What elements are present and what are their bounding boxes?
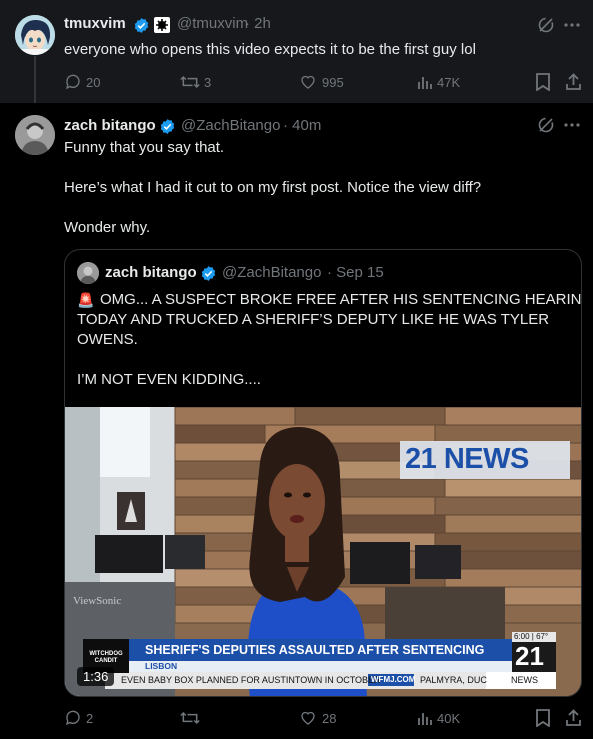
views-icon[interactable] (416, 709, 434, 727)
share-icon[interactable] (565, 709, 582, 727)
like-count: 995 (322, 75, 344, 90)
quote-timestamp: · Sep 15 (327, 264, 384, 281)
quote-text-line: TODAY AND TRUCKED A SHERIFF’S DEPUTY LIK… (77, 311, 550, 328)
video-player[interactable]: 21 NEWS ViewSonic WITCHDOG CANDIT SHERIF… (65, 407, 581, 696)
like-icon[interactable] (299, 709, 317, 727)
verified-badge-icon (160, 119, 175, 134)
avatar-zachbitango[interactable] (15, 115, 55, 155)
tweet-text-line: Funny that you say that. (64, 139, 225, 156)
view-count: 47K (437, 75, 461, 90)
affiliate-badge-icon (154, 17, 170, 33)
lower-third-headline: SHERIFF'S DEPUTIES ASSAULTED AFTER SENTE… (145, 643, 485, 657)
quote-author-handle: @ZachBitango (222, 264, 322, 281)
profile-photo-icon (15, 115, 55, 155)
timestamp[interactable]: · 2h (245, 15, 271, 32)
profile-photo-icon (77, 262, 99, 284)
view-count: 40K (437, 711, 461, 726)
watermark: WITCHDOG CANDIT (89, 651, 123, 664)
reply-count: 2 (86, 711, 94, 726)
monitor-brand: ViewSonic (73, 595, 122, 607)
quote-author-name: zach bitango (105, 264, 197, 281)
tweet-text: everyone who opens this video expects it… (64, 41, 476, 58)
ticker-next: PALMYRA, DUC (420, 675, 487, 685)
more-icon[interactable] (563, 16, 581, 34)
bookmark-icon[interactable] (535, 73, 551, 91)
video-duration: 1:36 (77, 667, 115, 686)
avatar-tmuxvim[interactable] (15, 15, 55, 55)
more-icon[interactable] (563, 116, 581, 134)
verified-badge-icon (134, 18, 149, 33)
time-temp: 6:00 | 67° (514, 632, 549, 641)
repost-icon[interactable] (180, 73, 200, 91)
tweet-text-line: Wonder why. (64, 219, 151, 236)
repost-count: 3 (204, 75, 212, 90)
ticker-text: EVEN BABY BOX PLANNED FOR AUSTINTOWN IN … (121, 675, 381, 685)
reply-count: 20 (86, 75, 101, 90)
grok-icon[interactable] (537, 16, 555, 34)
corner-number: 21 (515, 641, 544, 671)
like-count: 28 (322, 711, 337, 726)
siren-emoji: 🚨 (77, 292, 95, 308)
quoted-tweet[interactable]: zach bitango @ZachBitango · Sep 15 🚨 OMG… (64, 249, 582, 697)
quote-text-line: OMG... A SUSPECT BROKE FREE AFTER HIS SE… (100, 291, 582, 308)
station-logo: 21 NEWS (405, 443, 529, 475)
like-icon[interactable] (299, 73, 317, 91)
quote-avatar[interactable] (77, 262, 99, 284)
thread-line (34, 56, 36, 108)
author-name[interactable]: zach bitango (64, 117, 156, 134)
ticker-site: WFMJ.COM (371, 675, 416, 684)
anime-avatar-icon (15, 15, 55, 55)
grok-icon[interactable] (537, 116, 555, 134)
quote-text-line: OWENS. (77, 331, 138, 348)
share-icon[interactable] (565, 73, 582, 91)
lower-third-location: LISBON (145, 661, 178, 671)
author-name[interactable]: tmuxvim (64, 15, 126, 32)
corner-label: NEWS (511, 675, 538, 685)
timestamp[interactable]: · 40m (283, 117, 321, 134)
verified-badge-icon (201, 266, 216, 281)
tweet-tmuxvim[interactable]: tmuxvim @tmuxvim · 2h everyone who opens… (0, 0, 593, 108)
reply-icon[interactable] (64, 73, 82, 91)
bookmark-icon[interactable] (535, 709, 551, 727)
tweet-text-line: Here’s what I had it cut to on my first … (64, 179, 482, 196)
views-icon[interactable] (416, 73, 434, 91)
quote-text-line: I’M NOT EVEN KIDDING.... (77, 371, 261, 388)
repost-icon[interactable] (180, 709, 200, 727)
author-handle[interactable]: @ZachBitango (181, 117, 280, 134)
author-handle[interactable]: @tmuxvim (177, 15, 248, 32)
reply-icon[interactable] (64, 709, 82, 727)
